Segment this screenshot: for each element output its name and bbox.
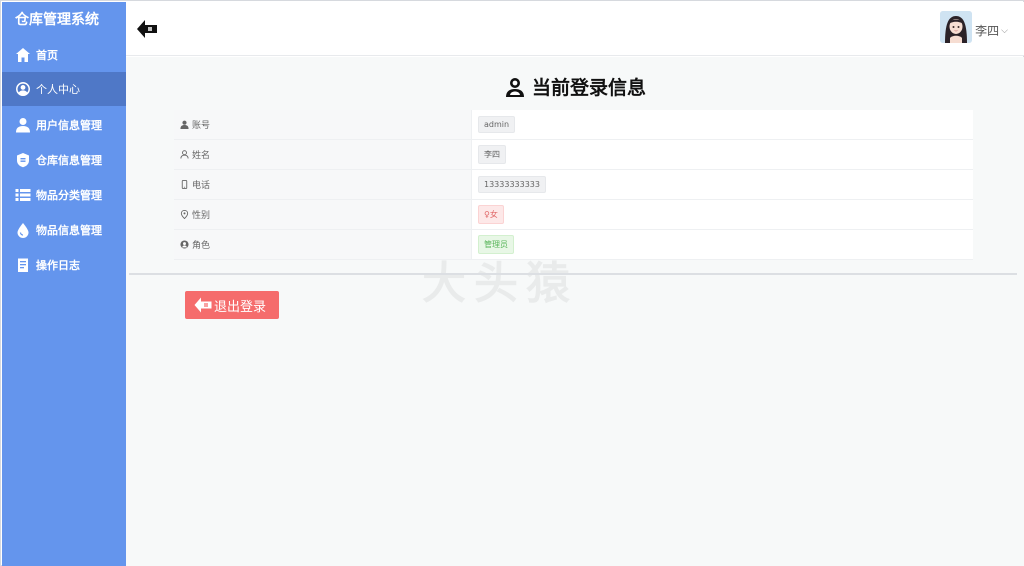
field-label: 电话	[174, 170, 472, 199]
sidebar-item-user-manage[interactable]: 用户信息管理	[2, 108, 126, 142]
watermark: 大头猿	[422, 258, 578, 309]
sidebar-item-label: 首页	[36, 49, 58, 62]
sidebar-item-home[interactable]: 首页	[2, 38, 126, 72]
sidebar-item-label: 仓库信息管理	[36, 154, 102, 167]
main-content: 当前登录信息 账号 admin 姓名 李四 电话 13333333333 性别 …	[126, 57, 1024, 566]
location-icon	[180, 210, 189, 219]
sidebar-item-category[interactable]: 物品分类管理	[2, 178, 126, 212]
field-label: 账号	[174, 110, 472, 139]
user-icon	[505, 77, 524, 97]
collapse-sidebar-button[interactable]	[136, 19, 158, 39]
drop-icon	[14, 221, 32, 239]
chevron-down-icon: ⌵	[1001, 26, 1008, 36]
account-tag: admin	[478, 116, 516, 133]
user-name: 李四	[975, 23, 1000, 38]
user-manage-icon	[14, 116, 32, 134]
log-icon	[14, 256, 32, 274]
sidebar-item-profile[interactable]: 个人中心	[2, 72, 126, 106]
phone-icon	[181, 180, 188, 189]
user-center-icon	[14, 80, 32, 98]
list-icon	[14, 186, 32, 204]
logout-label: 退出登录	[214, 299, 267, 315]
page-title-text: 当前登录信息	[531, 77, 646, 99]
field-value: 13333333333	[472, 170, 973, 199]
table-row: 电话 13333333333	[174, 170, 973, 200]
app-title: 仓库管理系统	[15, 12, 99, 28]
table-row: 账号 admin	[174, 110, 973, 140]
page-title: 当前登录信息	[126, 73, 1024, 100]
sidebar-item-label: 操作日志	[36, 259, 80, 272]
user-icon	[180, 120, 189, 129]
gender-tag: ♀女	[478, 205, 504, 224]
table-row: 性别 ♀女	[174, 200, 973, 230]
sidebar-item-warehouse[interactable]: 仓库信息管理	[2, 143, 126, 177]
field-value: 李四	[472, 140, 973, 169]
logout-button[interactable]: 退出登录	[185, 291, 279, 319]
sidebar-item-label: 物品分类管理	[36, 189, 102, 202]
sidebar-item-label: 个人中心	[36, 83, 80, 96]
top-bar: 李四 ⌵	[126, 2, 1024, 56]
person-outline-icon	[180, 150, 189, 159]
sidebar-item-log[interactable]: 操作日志	[2, 248, 126, 282]
warehouse-icon	[14, 151, 32, 169]
field-value: admin	[472, 110, 973, 139]
field-label: 姓名	[174, 140, 472, 169]
field-label: 性别	[174, 200, 472, 229]
home-icon	[14, 46, 32, 64]
profile-info-table: 账号 admin 姓名 李四 电话 13333333333 性别 ♀女 角色 管…	[174, 110, 973, 260]
divider	[129, 273, 1017, 275]
table-row: 姓名 李四	[174, 140, 973, 170]
sidebar-item-label: 用户信息管理	[36, 119, 102, 132]
avatar	[940, 11, 973, 43]
logout-arrow-icon	[194, 297, 212, 313]
app-window: 仓库管理系统 首页 个人中心 用户信息管理 仓库信息管理 物品分类管理 物品信息…	[0, 0, 1024, 566]
role-icon	[180, 240, 189, 249]
user-menu[interactable]: 李四 ⌵	[940, 11, 1008, 43]
sidebar-item-goods[interactable]: 物品信息管理	[2, 213, 126, 247]
back-arrow-icon	[137, 20, 157, 38]
sidebar: 仓库管理系统 首页 个人中心 用户信息管理 仓库信息管理 物品分类管理 物品信息…	[2, 2, 126, 566]
field-value: ♀女	[472, 200, 973, 229]
phone-tag: 13333333333	[478, 176, 546, 193]
sidebar-item-label: 物品信息管理	[36, 224, 102, 237]
name-tag: 李四	[478, 145, 506, 164]
